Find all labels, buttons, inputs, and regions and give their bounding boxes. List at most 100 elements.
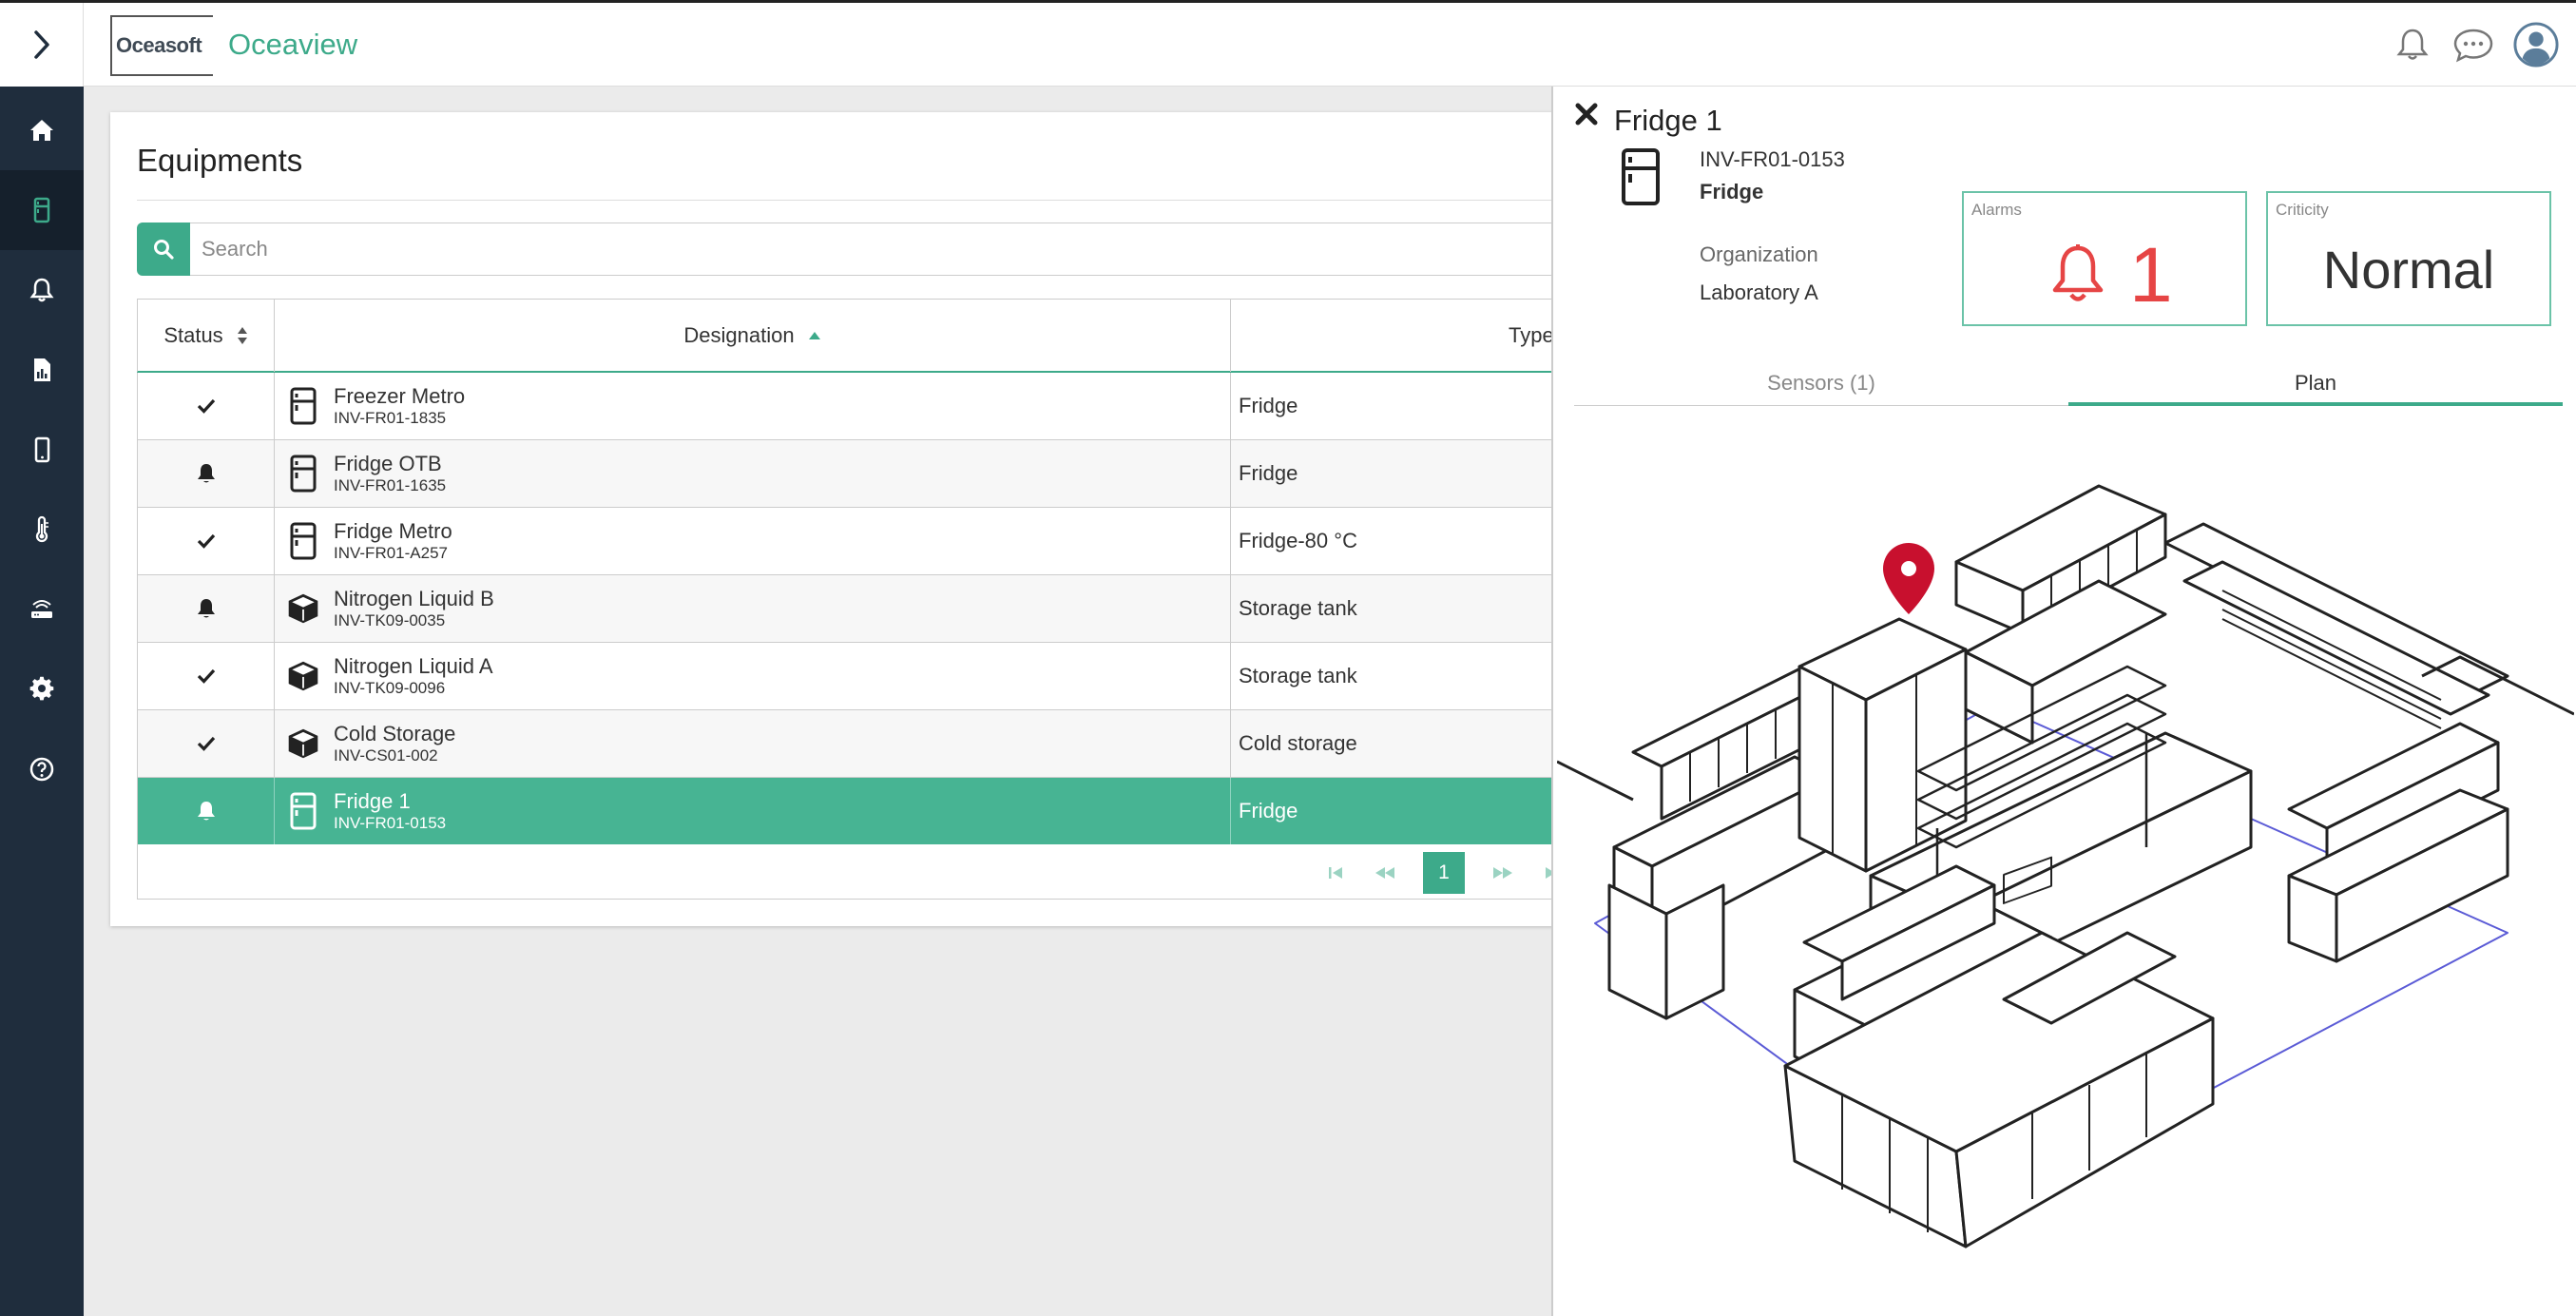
gear-icon: [29, 676, 54, 701]
cube-icon: [286, 657, 320, 695]
column-header-designation[interactable]: Designation: [275, 300, 1231, 372]
sidebar-toggle-button[interactable]: [0, 3, 84, 87]
check-icon: [197, 668, 215, 684]
equipment-name: Cold Storage: [334, 722, 456, 745]
prev-page-button[interactable]: [1364, 852, 1406, 894]
equipment-name: Fridge Metro: [334, 519, 452, 543]
designation-cell: Nitrogen Liquid B INV-TK09-0035: [275, 575, 1231, 642]
fridge-icon: [33, 197, 50, 223]
search-icon: [154, 240, 174, 260]
table-row[interactable]: Cold Storage INV-CS01-002 Cold storage: [137, 710, 1620, 778]
current-page[interactable]: 1: [1423, 852, 1465, 894]
table-row[interactable]: Fridge Metro INV-FR01-A257 Fridge-80 °C: [137, 508, 1620, 575]
equipment-name: Nitrogen Liquid A: [334, 654, 493, 678]
mobile-icon: [34, 436, 50, 463]
fridge-icon: [1622, 148, 1660, 205]
sidebar-item-help[interactable]: [0, 729, 84, 809]
user-avatar-button[interactable]: [2513, 22, 2559, 68]
alarms-box[interactable]: Alarms 1: [1962, 191, 2247, 326]
sidebar-item-gateways[interactable]: [0, 570, 84, 649]
detail-code: INV-FR01-0153: [1700, 147, 1845, 171]
router-icon: [31, 600, 52, 618]
column-header-status[interactable]: Status: [138, 300, 275, 372]
designation-cell: Cold Storage INV-CS01-002: [275, 710, 1231, 777]
alarms-count: 1: [2129, 232, 2173, 319]
bell-alarm-icon: [197, 802, 215, 821]
company-logo: Oceasoft: [116, 33, 202, 57]
equipment-name: Nitrogen Liquid B: [334, 587, 494, 610]
floor-plan-image: [1557, 484, 2574, 1248]
sidebar-item-devices[interactable]: [0, 410, 84, 490]
status-cell: [138, 643, 275, 709]
sidebar: [0, 3, 84, 1316]
tab-sensors[interactable]: Sensors (1): [1574, 368, 2068, 406]
thermometer-icon: [35, 515, 48, 543]
column-label-type: Type: [1509, 323, 1554, 347]
close-panel-button[interactable]: [1572, 100, 1601, 128]
status-cell: [138, 575, 275, 642]
equipments-card: Equipments Status Designation Type: [110, 112, 1635, 926]
table-row[interactable]: Fridge OTB INV-FR01-1635 Fridge: [137, 440, 1620, 508]
status-cell: [138, 508, 275, 574]
table-row[interactable]: Nitrogen Liquid B INV-TK09-0035 Storage t…: [137, 575, 1620, 643]
detail-tabs: Sensors (1) Plan: [1574, 368, 2563, 406]
sidebar-item-sensors[interactable]: [0, 490, 84, 570]
equipment-code: INV-FR01-1635: [334, 476, 447, 494]
cube-icon: [286, 725, 320, 763]
table-header: Status Designation Type: [137, 299, 1620, 373]
sidebar-item-alarms[interactable]: [0, 250, 84, 330]
first-page-icon: [1329, 867, 1342, 879]
equipment-name: Fridge 1: [334, 789, 411, 813]
designation-cell: Nitrogen Liquid A INV-TK09-0096: [275, 643, 1231, 709]
sidebar-item-reports[interactable]: [0, 330, 84, 410]
table-row[interactable]: Nitrogen Liquid A INV-TK09-0096 Storage t…: [137, 643, 1620, 710]
tab-plan[interactable]: Plan: [2068, 368, 2563, 406]
chevron-right-icon: [33, 30, 49, 59]
notifications-button[interactable]: [2390, 22, 2435, 68]
pagination: 1: [137, 844, 1620, 900]
designation-cell: Fridge 1 INV-FR01-0153: [275, 778, 1231, 844]
detail-type: Fridge: [1700, 180, 1764, 203]
column-label-designation: Designation: [683, 323, 795, 347]
cube-icon: [286, 590, 320, 628]
criticity-label: Criticity: [2276, 201, 2329, 219]
equipment-name: Freezer Metro: [334, 384, 466, 408]
fridge-icon: [286, 522, 320, 560]
sidebar-item-settings[interactable]: [0, 649, 84, 729]
equipments-table: Status Designation Type Freezer Metro INV…: [137, 299, 1620, 845]
page-title: Equipments: [137, 143, 303, 178]
title-divider: [137, 200, 1620, 201]
status-cell: [138, 710, 275, 777]
check-icon: [197, 398, 215, 414]
fridge-icon: [286, 387, 320, 425]
detail-title: Fridge 1: [1614, 104, 1722, 137]
first-page-button[interactable]: [1315, 852, 1356, 894]
sidebar-item-equipments[interactable]: [0, 170, 84, 250]
table-row[interactable]: Freezer Metro INV-FR01-1835 Fridge: [137, 373, 1620, 440]
search-button[interactable]: [137, 223, 190, 276]
organization-value: Laboratory A: [1700, 281, 1818, 304]
equipment-code: INV-CS01-002: [334, 746, 438, 764]
organization-label: Organization: [1700, 242, 1818, 266]
previous-icon: [1375, 867, 1394, 879]
bell-alarm-icon: [197, 599, 215, 618]
home-icon: [30, 120, 53, 141]
bell-icon: [29, 278, 54, 302]
next-icon: [1493, 867, 1512, 879]
search-input[interactable]: [190, 223, 1635, 276]
messages-button[interactable]: [2451, 22, 2496, 68]
status-cell: [138, 440, 275, 507]
table-row-selected[interactable]: Fridge 1 INV-FR01-0153 Fridge: [137, 778, 1620, 845]
detail-panel: Fridge 1 INV-FR01-0153 Fridge Organizati…: [1551, 87, 2576, 1316]
status-cell: [138, 373, 275, 439]
help-icon: [29, 757, 54, 782]
check-icon: [197, 533, 215, 549]
column-label-status: Status: [163, 323, 223, 347]
location-pin-icon: [1883, 543, 1934, 614]
bell-alarm-icon: [197, 464, 215, 483]
equipment-code: INV-FR01-A257: [334, 544, 448, 562]
next-page-button[interactable]: [1482, 852, 1524, 894]
sort-ascending-icon: [808, 332, 820, 339]
equipment-code: INV-TK09-0096: [334, 679, 446, 697]
sidebar-item-home[interactable]: [0, 90, 84, 170]
